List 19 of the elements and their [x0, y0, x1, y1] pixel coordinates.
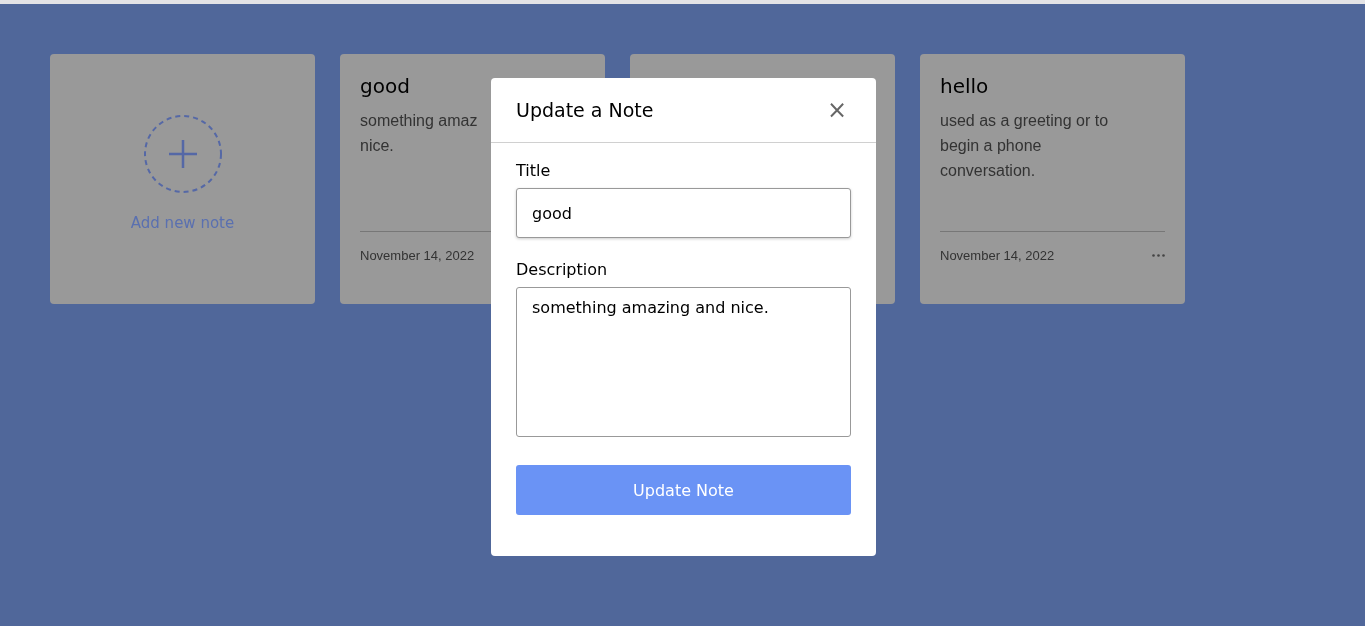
- title-input[interactable]: good: [516, 188, 851, 238]
- add-note-label: Add new note: [130, 214, 235, 232]
- note-date: November 14, 2022: [360, 248, 475, 263]
- dialog-title: Update a Note: [516, 99, 654, 121]
- note-title: good: [360, 74, 411, 98]
- note-title: hello: [940, 74, 990, 98]
- update-note-button[interactable]: Update Note: [516, 465, 851, 515]
- note-date: November 14, 2022: [940, 248, 1055, 263]
- note-description-line: conversation.: [940, 161, 1036, 181]
- note-description-line: used as a greeting or to: [940, 111, 1109, 131]
- add-icon: [142, 114, 223, 194]
- description-textarea[interactable]: something amazing and nice.: [516, 287, 851, 437]
- note-description-line: something amaz: [360, 111, 478, 131]
- note-description-line: begin a phone: [940, 136, 1042, 156]
- field-label: Title: [516, 161, 552, 180]
- note-description-line: nice.: [360, 136, 394, 156]
- close-button[interactable]: ×: [822, 96, 851, 124]
- field-label: Description: [516, 260, 609, 279]
- more-icon[interactable]: [1152, 254, 1165, 257]
